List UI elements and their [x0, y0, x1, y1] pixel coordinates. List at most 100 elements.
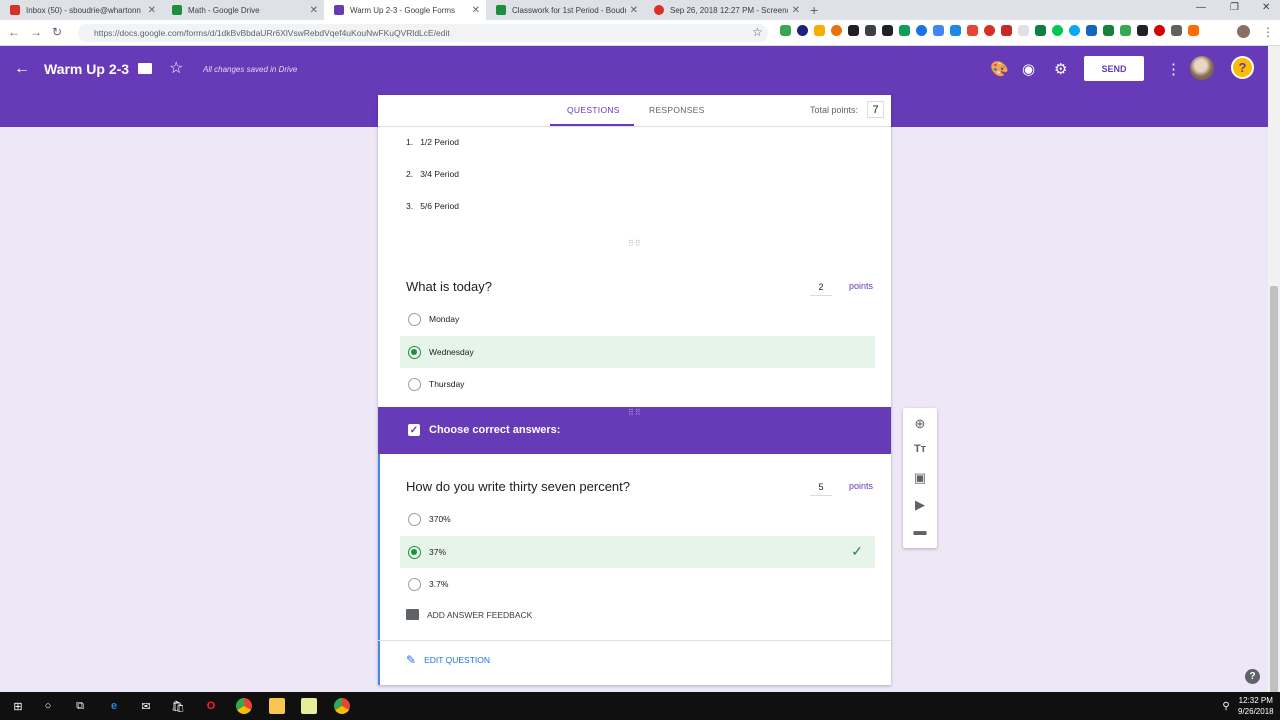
clock[interactable]: 12:32 PM 9/26/2018: [1238, 695, 1274, 717]
notes-icon[interactable]: [301, 698, 317, 714]
extension-icon[interactable]: [950, 25, 961, 36]
option-row-correct[interactable]: Wednesday: [400, 336, 875, 368]
question-title[interactable]: How do you write thirty seven percent?: [406, 479, 630, 494]
drag-handle-icon[interactable]: ⠿⠿: [628, 408, 642, 417]
extension-icon[interactable]: [933, 25, 944, 36]
chrome-active-icon[interactable]: [334, 698, 350, 714]
back-arrow-icon[interactable]: ←: [14, 60, 30, 78]
restore-icon[interactable]: ❐: [1230, 2, 1239, 13]
add-answer-feedback-button[interactable]: ADD ANSWER FEEDBACK: [406, 609, 532, 620]
scrollbar-thumb[interactable]: [1270, 286, 1278, 706]
palette-icon[interactable]: 🎨: [990, 60, 1009, 78]
extension-icon[interactable]: [1171, 25, 1182, 36]
extension-icon[interactable]: [797, 25, 808, 36]
extension-icon[interactable]: [967, 25, 978, 36]
windows-start-icon[interactable]: ⊞: [10, 698, 26, 714]
chrome-menu-icon[interactable]: ⋮: [1262, 25, 1274, 39]
option-row[interactable]: Thursday: [400, 368, 875, 400]
browser-tab-gmail[interactable]: Inbox (50) - sboudrie@whartonn ✕: [0, 0, 162, 20]
browser-tab-screencast[interactable]: Sep 26, 2018 12:27 PM - Screenc ✕: [644, 0, 806, 20]
points-input[interactable]: 2: [810, 282, 832, 296]
extension-icon[interactable]: [1154, 25, 1165, 36]
help-icon[interactable]: ?: [1231, 56, 1254, 79]
close-icon[interactable]: ✕: [148, 5, 156, 16]
extension-icon[interactable]: [1137, 25, 1148, 36]
tab-questions[interactable]: QUESTIONS: [567, 105, 620, 115]
task-view-icon[interactable]: ⧉: [72, 698, 88, 714]
drag-handle-icon[interactable]: ⠿⠿: [628, 239, 642, 248]
extension-icon[interactable]: [1052, 25, 1063, 36]
radio-button[interactable]: [408, 377, 421, 391]
reload-icon[interactable]: ↻: [52, 25, 62, 39]
close-icon[interactable]: ✕: [630, 5, 638, 16]
scrollbar[interactable]: [1268, 46, 1280, 706]
avatar[interactable]: [1190, 56, 1214, 80]
bookmark-star-icon[interactable]: ☆: [752, 25, 763, 39]
extension-icon[interactable]: [848, 25, 859, 36]
add-title-icon[interactable]: Tт: [903, 443, 937, 455]
preview-eye-icon[interactable]: ◉: [1022, 60, 1035, 78]
extension-icon[interactable]: [882, 25, 893, 36]
extension-icon[interactable]: [1120, 25, 1131, 36]
radio-button-selected[interactable]: [408, 545, 421, 559]
chrome-icon[interactable]: [236, 698, 252, 714]
store-icon[interactable]: 🛍: [170, 698, 186, 714]
radio-button[interactable]: [408, 577, 421, 591]
extension-icon[interactable]: [1001, 25, 1012, 36]
extension-icon[interactable]: [916, 25, 927, 36]
send-button[interactable]: SEND: [1084, 56, 1144, 81]
opera-icon[interactable]: O: [203, 698, 219, 714]
close-icon[interactable]: ✕: [472, 5, 480, 16]
extension-icon[interactable]: [1086, 25, 1097, 36]
radio-button[interactable]: [408, 312, 421, 326]
browser-tab-classroom[interactable]: Classwork for 1st Period - Boudri ✕: [486, 0, 644, 20]
minimize-icon[interactable]: —: [1196, 2, 1206, 13]
extension-icon[interactable]: [780, 25, 791, 36]
extension-icon[interactable]: [1035, 25, 1046, 36]
file-explorer-icon[interactable]: [269, 698, 285, 714]
back-icon[interactable]: ←: [8, 25, 20, 39]
extension-icon[interactable]: [1103, 25, 1114, 36]
tab-responses[interactable]: RESPONSES: [649, 105, 705, 115]
cortana-icon[interactable]: ○: [40, 698, 56, 714]
close-icon[interactable]: ✕: [310, 5, 318, 16]
option-row[interactable]: 370%: [400, 503, 875, 535]
points-input[interactable]: 5: [810, 482, 832, 496]
more-vert-icon[interactable]: ⋮: [1166, 60, 1181, 78]
url-field[interactable]: https://docs.google.com/forms/d/1dkBvBbd…: [78, 24, 768, 42]
close-icon[interactable]: ✕: [792, 5, 800, 16]
help-icon[interactable]: ?: [1245, 669, 1260, 684]
network-icon[interactable]: ⚲: [1218, 698, 1234, 714]
extension-icon[interactable]: [1018, 25, 1029, 36]
option-row[interactable]: Monday: [400, 303, 875, 335]
add-image-icon[interactable]: ▣: [903, 470, 937, 486]
add-question-icon[interactable]: ⊕: [903, 416, 937, 432]
extension-icon[interactable]: [984, 25, 995, 36]
form-title[interactable]: Warm Up 2-3: [44, 61, 129, 77]
star-icon[interactable]: ☆: [169, 58, 183, 78]
radio-button-selected[interactable]: [408, 345, 421, 359]
option-row[interactable]: 3.7%: [400, 568, 875, 600]
folder-icon[interactable]: [138, 63, 152, 74]
add-section-icon[interactable]: ▬: [903, 523, 937, 538]
browser-tab-drive[interactable]: Math - Google Drive ✕: [162, 0, 324, 20]
edge-icon[interactable]: e: [106, 698, 122, 714]
profile-icon[interactable]: [1237, 25, 1250, 38]
browser-tab-forms[interactable]: Warm Up 2-3 - Google Forms ✕: [324, 0, 486, 20]
extension-icon[interactable]: [1188, 25, 1199, 36]
new-tab-button[interactable]: +: [810, 2, 818, 18]
radio-button[interactable]: [408, 512, 421, 526]
extension-icon[interactable]: [1069, 25, 1080, 36]
mail-icon[interactable]: ✉: [138, 698, 154, 714]
extension-icon[interactable]: [814, 25, 825, 36]
settings-gear-icon[interactable]: ⚙: [1054, 60, 1067, 78]
add-video-icon[interactable]: ▶: [903, 497, 937, 513]
close-window-icon[interactable]: ✕: [1262, 2, 1270, 13]
forward-icon[interactable]: →: [30, 25, 42, 39]
question-title[interactable]: What is today?: [406, 279, 492, 294]
extension-icon[interactable]: [831, 25, 842, 36]
option-row-correct[interactable]: 37% ✓: [400, 536, 875, 568]
extension-icon[interactable]: [899, 25, 910, 36]
edit-question-button[interactable]: ✎ EDIT QUESTION: [406, 653, 490, 667]
extension-icon[interactable]: [865, 25, 876, 36]
